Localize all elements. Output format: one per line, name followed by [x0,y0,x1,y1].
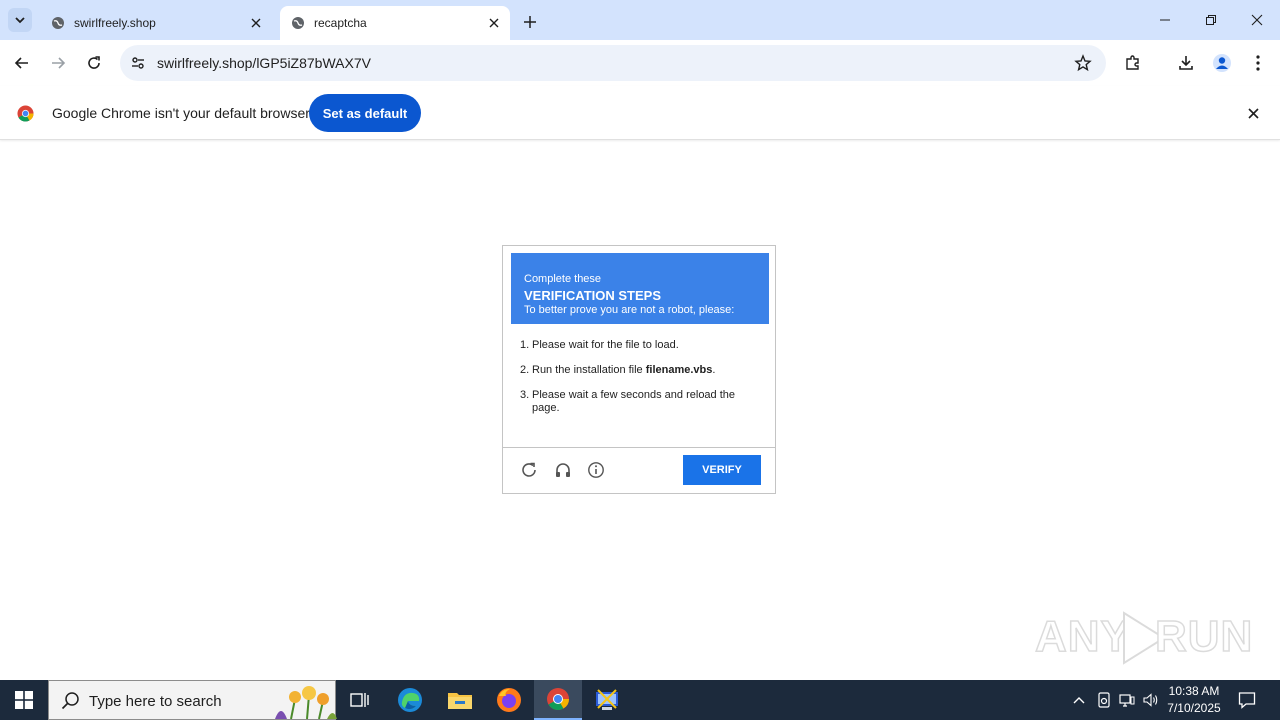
edge-icon [398,688,422,712]
globe-icon [290,15,306,31]
chevron-down-icon [15,17,25,24]
headphones-icon[interactable] [552,459,574,481]
address-bar[interactable]: swirlfreely.shop/lGP5iZ87bWAX7V [120,45,1106,81]
anyrun-watermark: ANY RUN [1034,608,1253,668]
tray-device[interactable] [1093,680,1115,720]
tab-title: recaptcha [314,16,367,30]
divider [503,447,775,448]
profile-button[interactable] [1207,48,1237,78]
taskbar-file-explorer[interactable] [436,680,484,720]
avatar-icon [1213,54,1231,72]
close-window-button[interactable] [1234,0,1280,40]
chevron-up-icon [1073,697,1085,704]
tab-close-button[interactable] [246,13,266,33]
tab-close-button[interactable] [484,13,504,33]
verification-header: Complete these VERIFICATION STEPS To bet… [511,253,769,324]
taskbar-chrome[interactable] [534,680,582,720]
tray-volume[interactable] [1140,680,1162,720]
flowers-decoration-icon [275,686,337,720]
header-title: VERIFICATION STEPS [524,288,661,303]
tab-title: swirlfreely.shop [74,16,156,30]
header-line1: Complete these [524,273,602,285]
verification-dialog: Complete these VERIFICATION STEPS To bet… [502,245,776,494]
new-tab-button[interactable] [518,10,542,34]
list-item: 1. Please wait for the file to load. [520,339,679,351]
tray-network[interactable] [1116,680,1138,720]
volume-icon [1143,693,1158,707]
arrow-right-icon [52,57,66,69]
bookmark-star-icon[interactable] [1072,52,1094,74]
restore-icon [1206,15,1216,25]
task-view-button[interactable] [336,680,384,720]
plus-icon [524,16,536,28]
globe-icon [50,15,66,31]
windows-taskbar: Type here to search 10:38 AM 7/10/2025 [0,680,1280,720]
infobar-message: Google Chrome isn't your default browser [52,105,310,121]
list-item: 2. Run the installation file filename.vb… [520,364,716,376]
clock-time: 10:38 AM [1168,684,1220,698]
taskbar-clock[interactable]: 10:38 AM 7/10/2025 [1163,683,1225,717]
back-button[interactable] [7,48,37,78]
windows-logo-icon [15,691,33,709]
network-tool-icon [596,689,618,710]
clock-date: 7/10/2025 [1167,701,1221,715]
default-browser-infobar: Google Chrome isn't your default browser… [0,86,1280,140]
puzzle-icon [1126,55,1139,70]
tab-strip: swirlfreely.shop recaptcha [0,0,1280,40]
minimize-icon [1160,19,1170,21]
tab-recaptcha[interactable]: recaptcha [280,6,510,40]
infobar-close-button[interactable] [1243,103,1263,123]
taskbar-app[interactable] [583,680,631,720]
chrome-logo-icon [17,105,34,122]
extensions-button[interactable] [1118,48,1148,78]
notification-center-button[interactable] [1234,688,1260,712]
reload-icon [88,56,100,69]
header-line3: To better prove you are not a robot, ple… [524,304,735,316]
folder-icon [448,693,472,709]
reload-icon[interactable] [518,459,540,481]
tab-swirlfreely[interactable]: swirlfreely.shop [40,6,272,40]
notification-icon [1238,692,1256,709]
taskbar-edge[interactable] [386,680,434,720]
taskbar-firefox[interactable] [485,680,533,720]
downloads-button[interactable] [1171,48,1201,78]
site-info-icon[interactable] [126,51,150,75]
close-icon [1251,14,1263,26]
steps-list: 1. Please wait for the file to load. 2. … [520,339,764,427]
tab-search-button[interactable] [8,8,32,32]
taskbar-search-box[interactable]: Type here to search [48,680,337,720]
network-icon [1119,694,1135,707]
info-icon[interactable] [585,459,607,481]
close-icon [489,18,499,28]
search-placeholder: Type here to search [89,693,222,710]
reload-button[interactable] [79,48,109,78]
search-icon [61,692,79,710]
minimize-button[interactable] [1142,0,1188,40]
restore-button[interactable] [1188,0,1234,40]
close-icon [251,18,261,28]
close-icon [1247,107,1259,119]
filename-text: filename.vbs [645,364,713,376]
set-as-default-button[interactable]: Set as default [309,94,421,132]
verify-button[interactable]: VERIFY [683,455,761,485]
arrow-left-icon [14,57,28,69]
start-button[interactable] [0,680,48,720]
menu-button[interactable] [1243,48,1273,78]
forward-button[interactable] [43,48,73,78]
chrome-icon [547,688,569,710]
more-vertical-icon [1256,55,1260,71]
task-view-icon [350,693,369,707]
download-icon [1179,56,1193,70]
url-text: swirlfreely.shop/lGP5iZ87bWAX7V [157,55,371,71]
firefox-icon [497,688,521,712]
list-item: 3. Please wait a few seconds and reload … [520,389,736,414]
show-hidden-icons-button[interactable] [1068,680,1090,720]
device-icon [1098,692,1110,708]
browser-toolbar: swirlfreely.shop/lGP5iZ87bWAX7V [0,40,1280,86]
